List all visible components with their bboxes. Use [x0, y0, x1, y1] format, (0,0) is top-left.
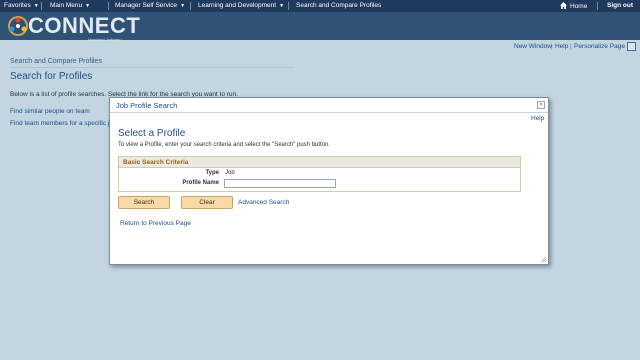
clear-button[interactable]: Clear [181, 196, 233, 209]
find-similar-people-link[interactable]: Find similar people on team [10, 108, 90, 115]
basic-search-criteria-panel: Basic Search Criteria Type Job Profile N… [118, 156, 521, 192]
new-window-link[interactable]: New Window [514, 43, 552, 50]
logo-text: CONNECT [28, 13, 141, 38]
logo-icon [8, 16, 28, 36]
return-to-previous-page-link[interactable]: Return to Previous Page [120, 220, 191, 227]
help-link[interactable]: Help [555, 43, 568, 50]
nav-main-menu-label: Main Menu [50, 2, 83, 9]
nav-manager-self-service-label: Manager Self Service [115, 2, 178, 9]
chevron-down-icon: ▼ [33, 3, 39, 9]
nav-separator [288, 2, 289, 10]
page-title: Search for Profiles [10, 71, 93, 82]
nav-separator [597, 2, 598, 10]
profile-name-input[interactable] [224, 179, 336, 188]
nav-separator [108, 2, 109, 10]
nav-favorites-label: Favorites [4, 2, 31, 9]
home-icon [560, 2, 567, 9]
type-value: Job [225, 170, 235, 176]
nav-home[interactable]: Home [560, 2, 587, 10]
search-button[interactable]: Search [118, 196, 170, 209]
nav-separator [190, 2, 191, 10]
advanced-search-link[interactable]: Advanced Search [238, 199, 289, 206]
page-options-icon[interactable] [627, 42, 636, 51]
criteria-title: Basic Search Criteria [123, 159, 189, 166]
job-profile-search-dialog: Job Profile Search × Help Select a Profi… [109, 97, 549, 265]
nav-learning-development-label: Learning and Development [198, 2, 277, 9]
logo-subtitle: Maryland Judiciary [88, 37, 122, 42]
nav-manager-self-service[interactable]: Manager Self Service ▼ [115, 2, 185, 9]
header-banner: CONNECT Maryland Judiciary [0, 12, 640, 42]
nav-home-label: Home [570, 3, 588, 10]
sign-out-link[interactable]: Sign out [607, 2, 633, 9]
divider [10, 67, 294, 68]
close-icon[interactable]: × [537, 101, 545, 109]
type-label: Type [205, 170, 219, 176]
utility-separator: | [551, 43, 553, 50]
personalize-page-link[interactable]: Personalize Page [574, 43, 625, 50]
utility-separator: | [570, 43, 572, 50]
nav-main-menu[interactable]: Main Menu ▼ [50, 2, 90, 9]
chevron-down-icon: ▼ [279, 3, 285, 9]
dialog-heading: Select a Profile [118, 128, 186, 139]
resize-grip-icon[interactable] [540, 256, 546, 262]
criteria-header: Basic Search Criteria [119, 157, 520, 168]
dialog-title-bar[interactable]: Job Profile Search × [110, 98, 548, 113]
breadcrumb: Search and Compare Profiles [10, 58, 102, 65]
chevron-down-icon: ▼ [85, 3, 91, 9]
dialog-title: Job Profile Search [116, 101, 178, 110]
find-team-members-link[interactable]: Find team members for a specific job [10, 120, 117, 127]
top-nav-bar: Favorites ▼ Main Menu ▼ Manager Self Servi… [0, 0, 640, 12]
dialog-instructions: To view a Profile, enter your search cri… [118, 142, 331, 148]
dialog-help-link[interactable]: Help [531, 115, 544, 122]
nav-current-page: Search and Compare Profiles [296, 2, 382, 9]
nav-favorites[interactable]: Favorites ▼ [4, 2, 39, 9]
nav-learning-development[interactable]: Learning and Development ▼ [198, 2, 284, 9]
chevron-down-icon: ▼ [180, 3, 186, 9]
nav-separator [41, 2, 42, 10]
profile-name-label: Profile Name [182, 180, 219, 186]
